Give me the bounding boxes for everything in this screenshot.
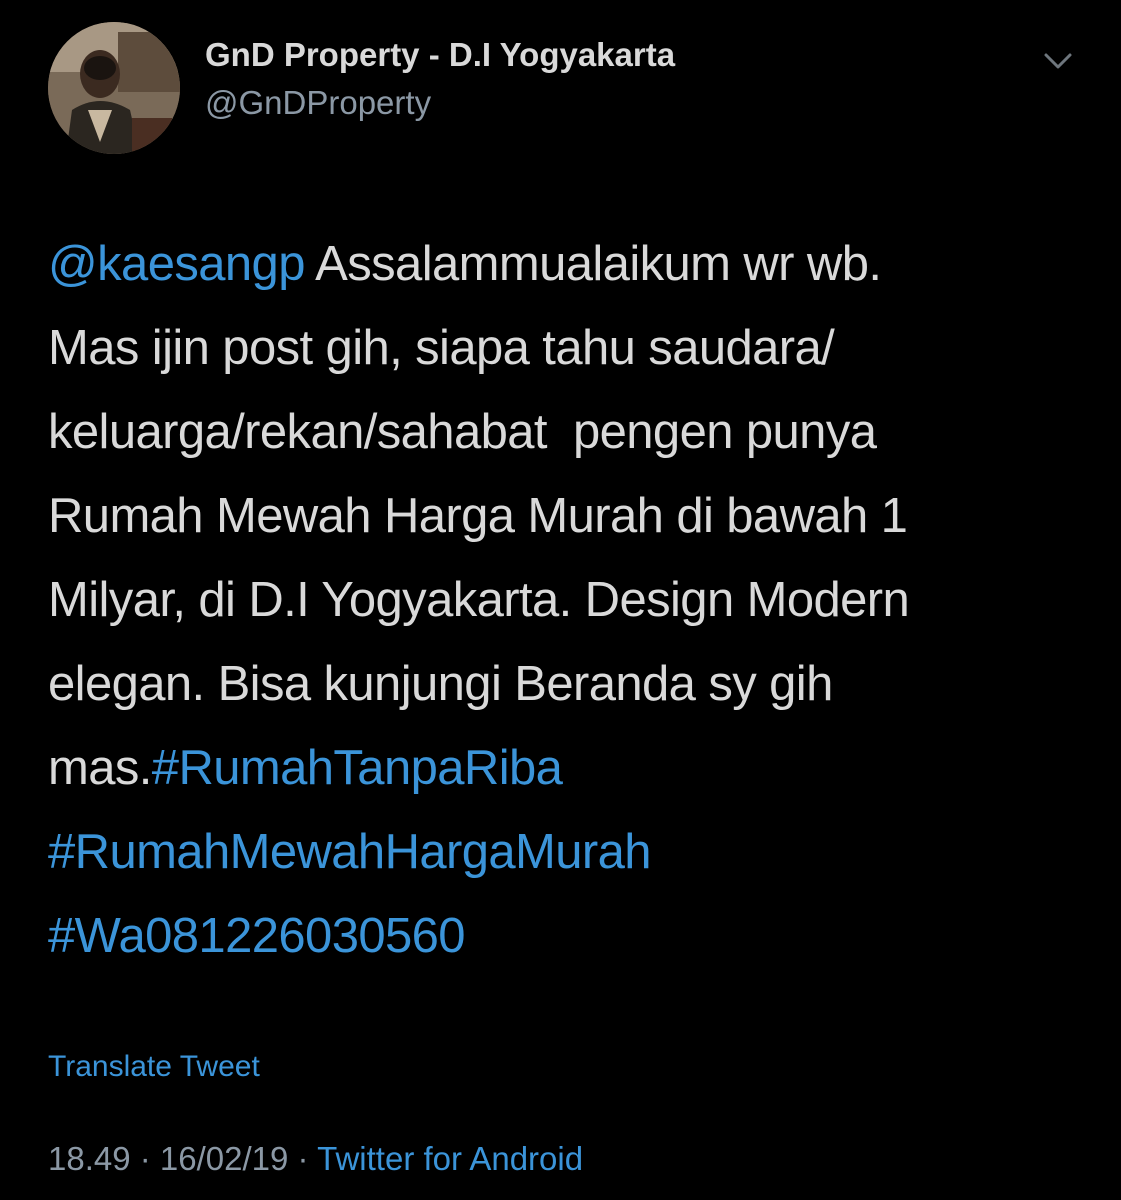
tweet-line: @kaesangp Assalammualaikum wr wb.: [48, 222, 1088, 306]
hashtag-link[interactable]: #RumahMewahHargaMurah: [48, 825, 652, 879]
tweet-line: elegan. Bisa kunjungi Beranda sy gih: [48, 657, 833, 711]
hashtag-link[interactable]: #Wa081226030560: [48, 909, 466, 963]
tweet-line: mas.#RumahTanpaRiba: [48, 726, 1088, 810]
tweet-line: #Wa081226030560: [48, 894, 1088, 978]
tweet-line: Milyar, di D.I Yogyakarta. Design Modern: [48, 573, 910, 627]
avatar-image: [48, 22, 180, 154]
tweet-date: 16/02/19: [159, 1140, 289, 1177]
tweet-line: keluarga/rekan/sahabat pengen punya: [48, 405, 877, 459]
tweet-line: #RumahMewahHargaMurah: [48, 810, 1088, 894]
meta-separator: ·: [130, 1140, 160, 1177]
translate-tweet-link[interactable]: Translate Tweet: [48, 1050, 260, 1084]
hashtag-link[interactable]: #RumahTanpaRiba: [152, 741, 563, 795]
avatar[interactable]: [48, 22, 180, 154]
tweet-line: Rumah Mewah Harga Murah di bawah 1: [48, 489, 908, 543]
tweet-text-segment: mas.: [48, 741, 152, 795]
user-handle[interactable]: @GnDProperty: [205, 84, 431, 122]
meta-separator: ·: [288, 1140, 318, 1177]
tweet-meta: 18.49 · 16/02/19 · Twitter for Android: [48, 1140, 583, 1178]
mention-link[interactable]: @kaesangp: [48, 237, 305, 291]
chevron-down-icon[interactable]: [1040, 46, 1076, 76]
display-name[interactable]: GnD Property - D.I Yogyakarta: [205, 36, 675, 74]
tweet-time: 18.49: [48, 1140, 131, 1177]
tweet-text: @kaesangp Assalammualaikum wr wb. Mas ij…: [48, 222, 1088, 978]
tweet-source-link[interactable]: Twitter for Android: [317, 1140, 583, 1177]
tweet-line: Mas ijin post gih, siapa tahu saudara/: [48, 321, 835, 375]
tweet-text-segment: Assalammualaikum wr wb.: [304, 237, 882, 291]
